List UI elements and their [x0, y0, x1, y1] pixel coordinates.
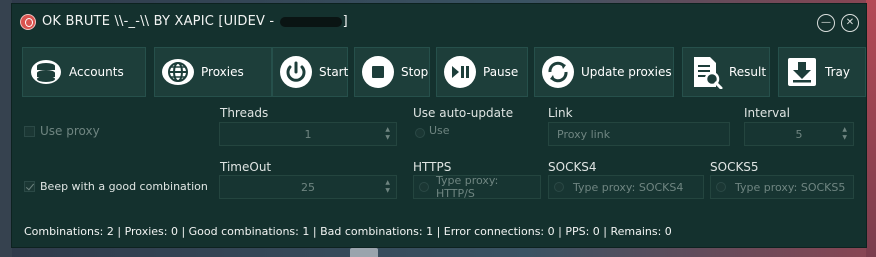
close-icon: ✕	[845, 17, 855, 28]
stop-label: Stop	[401, 65, 429, 79]
socks4-radio-option[interactable]: Type proxy: SOCKS4	[548, 175, 704, 199]
threads-label: Threads	[220, 106, 269, 120]
interval-spinner[interactable]: 5 ▲ ▼	[744, 122, 854, 146]
proxies-button[interactable]: Proxies	[154, 47, 272, 97]
title-bar[interactable]: OK BRUTE \\-_-\\ BY XAPIC [UIDEV - ] — ✕	[12, 4, 866, 40]
redacted-username	[279, 16, 342, 27]
socks4-label: SOCKS4	[548, 160, 597, 174]
auto-update-label: Use auto-update	[413, 106, 514, 120]
options-panel: Use proxy Threads 1 ▲ ▼ Use auto-update U…	[22, 104, 858, 208]
socks5-label: SOCKS5	[710, 160, 759, 174]
https-type-label: Type proxy: HTTP/S	[436, 174, 499, 200]
spinner-arrows-icon[interactable]: ▲ ▼	[842, 126, 847, 142]
start-button[interactable]: Start	[272, 47, 348, 97]
update-proxies-label: Update proxies	[581, 65, 672, 79]
use-proxy-label: Use proxy	[40, 124, 100, 138]
use-proxy-checkbox[interactable]	[24, 126, 35, 137]
globe-icon	[162, 59, 194, 85]
proxy-link-input[interactable]: Proxy link	[548, 122, 730, 146]
app-logo-icon	[20, 14, 36, 30]
tray-download-icon	[788, 58, 816, 86]
desktop-icon	[350, 248, 378, 257]
timeout-spinner[interactable]: 25 ▲ ▼	[219, 175, 397, 199]
window-title-suffix: ]	[342, 14, 348, 29]
window-title-prefix: OK BRUTE \\-_-\\ BY XAPIC [UIDEV -	[42, 14, 275, 29]
close-button[interactable]: ✕	[841, 14, 859, 32]
stop-icon	[362, 56, 394, 88]
https-radio-option[interactable]: Type proxy: HTTP/S	[413, 174, 541, 200]
beep-label: Beep with a good combination	[40, 180, 208, 193]
result-button[interactable]: Result	[682, 47, 770, 97]
pause-button[interactable]: Pause	[436, 47, 528, 97]
https-label: HTTPS	[413, 160, 452, 174]
tray-label: Tray	[825, 65, 850, 79]
link-label: Link	[548, 106, 573, 120]
socks4-radio[interactable]	[554, 182, 564, 192]
app-window: OK BRUTE \\-_-\\ BY XAPIC [UIDEV - ] — ✕…	[11, 3, 867, 248]
power-icon	[280, 56, 312, 88]
accounts-label: Accounts	[69, 65, 124, 79]
socks4-type-label: Type proxy: SOCKS4	[573, 180, 684, 194]
minimize-button[interactable]: —	[817, 14, 835, 32]
spinner-arrows-icon[interactable]: ▲ ▼	[385, 126, 390, 142]
refresh-icon	[542, 56, 574, 88]
socks5-radio[interactable]	[716, 182, 726, 192]
https-radio[interactable]	[419, 182, 429, 192]
tray-button[interactable]: Tray	[778, 47, 866, 97]
spinner-arrows-icon[interactable]: ▲ ▼	[385, 179, 390, 195]
minimize-icon: —	[821, 17, 831, 28]
accounts-button[interactable]: Accounts	[22, 47, 146, 97]
interval-label: Interval	[744, 106, 790, 120]
update-proxies-button[interactable]: Update proxies	[534, 47, 674, 97]
desktop-background-right	[866, 0, 876, 257]
socks5-type-label: Type proxy: SOCKS5	[735, 180, 846, 194]
proxy-link-placeholder: Proxy link	[557, 127, 611, 141]
beep-checkbox[interactable]	[24, 181, 35, 192]
database-icon	[31, 60, 61, 84]
threads-spinner[interactable]: 1 ▲ ▼	[219, 122, 397, 146]
pause-label: Pause	[483, 65, 519, 79]
stop-button[interactable]: Stop	[354, 47, 430, 97]
document-search-icon	[694, 57, 723, 89]
interval-value: 5	[795, 128, 803, 141]
threads-value: 1	[304, 128, 312, 141]
proxies-label: Proxies	[201, 65, 244, 79]
play-pause-icon	[444, 56, 476, 88]
status-bar: Combinations: 2 | Proxies: 0 | Good comb…	[24, 225, 672, 238]
result-label: Result	[729, 65, 767, 79]
timeout-value: 25	[301, 181, 315, 194]
use-auto-update-radio[interactable]	[415, 128, 425, 138]
use-label: Use	[429, 124, 450, 137]
timeout-label: TimeOut	[220, 160, 272, 174]
start-label: Start	[319, 65, 349, 79]
window-title: OK BRUTE \\-_-\\ BY XAPIC [UIDEV - ]	[42, 14, 348, 29]
socks5-radio-option[interactable]: Type proxy: SOCKS5	[710, 175, 854, 199]
